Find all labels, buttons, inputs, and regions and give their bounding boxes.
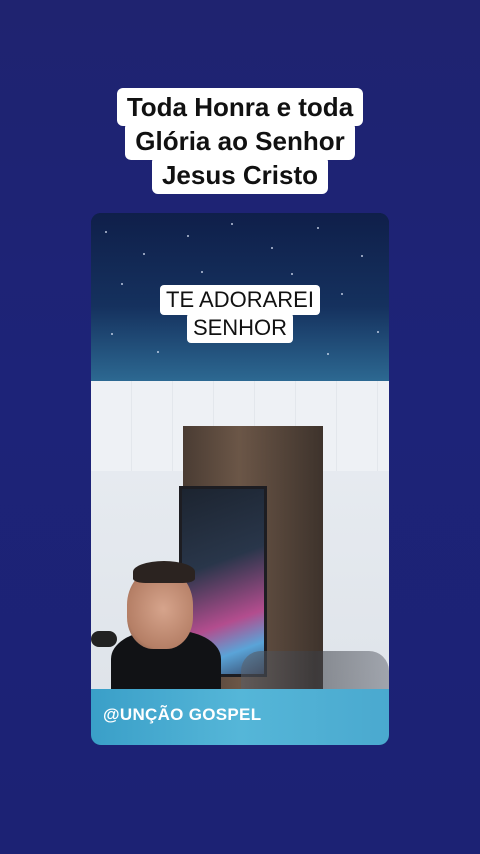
post-title: Toda Honra e toda Glória ao Senhor Jesus… bbox=[0, 88, 480, 194]
title-line-3: Jesus Cristo bbox=[151, 156, 329, 194]
title-line-2: Glória ao Senhor bbox=[125, 122, 355, 160]
lyrics-overlay: TE ADORAREI SENHOR bbox=[91, 285, 389, 343]
watermark-text: @UNÇÃO GOSPEL bbox=[103, 705, 262, 724]
microphone-icon bbox=[91, 631, 117, 647]
lyrics-line-1: TE ADORAREI bbox=[160, 285, 320, 315]
video-player[interactable]: TE ADORAREI SENHOR @UNÇÃO GOSPEL bbox=[91, 213, 389, 745]
watermark-bar: @UNÇÃO GOSPEL bbox=[91, 689, 389, 745]
audience bbox=[241, 651, 389, 691]
title-line-1: Toda Honra e toda bbox=[116, 88, 364, 126]
starry-sky-background: TE ADORAREI SENHOR bbox=[91, 213, 389, 383]
singer-hair bbox=[133, 561, 195, 583]
singer-photo bbox=[91, 381, 389, 691]
lyrics-line-2: SENHOR bbox=[186, 313, 294, 343]
